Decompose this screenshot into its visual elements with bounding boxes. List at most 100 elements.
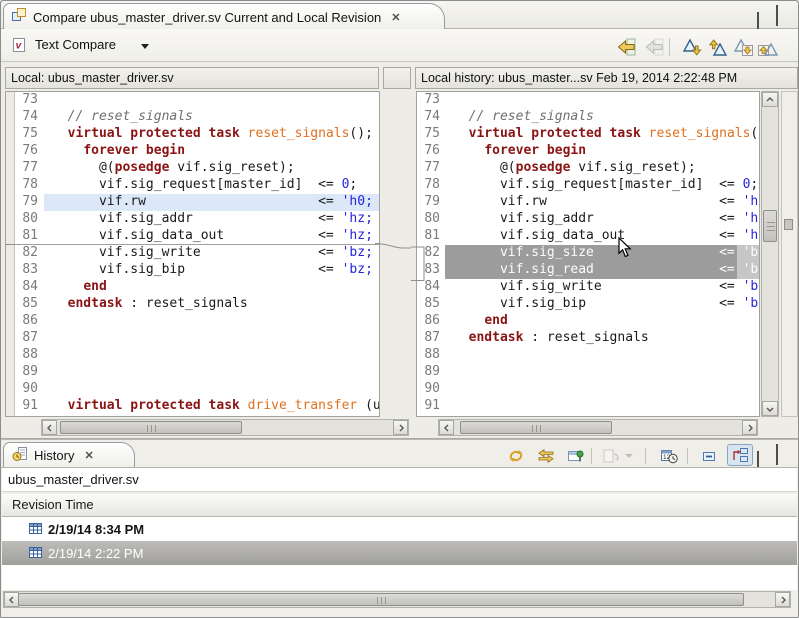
scroll-left-button[interactable] [4, 592, 19, 607]
next-difference-button[interactable] [681, 36, 703, 58]
link-with-editor-button[interactable] [536, 446, 556, 466]
line-number-column: 73747576777879808182838485868788899091 [417, 92, 445, 415]
code-line[interactable]: vif.sig_request[master_id] <= 0; [44, 177, 379, 194]
line-number: 77 [417, 160, 445, 177]
code-line[interactable]: vif.sig_bip <= 'bz; [445, 296, 759, 313]
tab-history[interactable]: History ✕ [3, 442, 135, 468]
code-line[interactable] [44, 330, 379, 347]
line-number: 85 [15, 296, 43, 313]
code-line[interactable]: vif.sig_data_out <= 'hz; [445, 228, 759, 245]
code-line[interactable] [44, 92, 379, 109]
code-line[interactable]: @(posedge vif.sig_reset); [445, 160, 759, 177]
compare-with-button[interactable] [601, 446, 621, 466]
code-line[interactable]: endtask : reset_signals [44, 296, 379, 313]
scrollbar-thumb[interactable] [460, 421, 612, 434]
pin-view-button[interactable] [566, 446, 586, 466]
code-line[interactable]: vif.sig_data_out <= 'hz; [44, 228, 379, 245]
close-icon[interactable]: ✕ [391, 11, 400, 24]
code-line[interactable]: vif.sig_size <= 'bz; [445, 245, 759, 262]
code-line[interactable]: vif.sig_request[master_id] <= 0; [445, 177, 759, 194]
close-icon[interactable]: ✕ [84, 449, 93, 462]
previous-difference-button[interactable] [707, 36, 729, 58]
diff-overview-marker[interactable] [784, 219, 793, 230]
line-number: 87 [417, 330, 445, 347]
scroll-down-button[interactable] [762, 401, 778, 416]
code-line[interactable]: virtual protected task reset_signals(); [44, 126, 379, 143]
code-line[interactable]: // reset_signals [445, 109, 759, 126]
line-number: 78 [15, 177, 43, 194]
line-number: 80 [417, 211, 445, 228]
toolbar-separator [669, 38, 670, 56]
code-line[interactable]: vif.sig_bip <= 'bz; [44, 262, 379, 279]
history-horizontal-scrollbar[interactable] [3, 591, 791, 608]
next-change-button[interactable] [732, 36, 754, 58]
chevron-down-icon[interactable] [141, 44, 149, 49]
code-line[interactable]: vif.sig_addr <= 'hz; [44, 211, 379, 228]
scrollbar-thumb[interactable] [18, 593, 744, 606]
date-time-format-button[interactable]: 12 [659, 446, 679, 466]
history-revision-row[interactable]: 2/19/14 2:22 PM [2, 541, 797, 565]
code-line[interactable]: vif.sig_addr <= 'hz; [445, 211, 759, 228]
maximize-view-button[interactable] [776, 447, 778, 465]
chevron-down-icon[interactable] [623, 446, 635, 466]
copy-all-right-to-left-button[interactable] [615, 36, 637, 58]
code-line[interactable]: endtask : reset_signals [445, 330, 759, 347]
code-line[interactable]: vif.sig_write <= 'bz; [445, 279, 759, 296]
code-line[interactable]: vif.rw <= 'h0; [44, 194, 379, 211]
code-line[interactable]: end [44, 279, 379, 296]
code-line[interactable] [44, 381, 379, 398]
revision-time-column-header[interactable]: Revision Time [2, 494, 797, 517]
code-line[interactable]: vif.sig_write <= 'bz; [44, 245, 379, 262]
horizontal-scrollbar-right[interactable] [438, 419, 758, 436]
code-line[interactable] [445, 398, 759, 415]
code-line[interactable] [44, 347, 379, 364]
code-line[interactable]: forever begin [445, 143, 759, 160]
history-revision-row[interactable]: 2/19/14 8:34 PM [2, 517, 797, 541]
code-line[interactable]: @(posedge vif.sig_reset); [44, 160, 379, 177]
scroll-left-button[interactable] [439, 420, 454, 435]
code-line[interactable] [445, 381, 759, 398]
group-revisions-toggle[interactable] [727, 444, 753, 466]
refresh-button[interactable] [506, 446, 526, 466]
code-line[interactable] [44, 313, 379, 330]
line-number: 79 [15, 194, 43, 211]
scroll-right-button[interactable] [775, 592, 790, 607]
line-number: 81 [417, 228, 445, 245]
line-number: 86 [15, 313, 43, 330]
code-line[interactable] [44, 364, 379, 381]
left-pane-header: Local: ubus_master_driver.sv [5, 67, 379, 89]
scrollbar-thumb[interactable] [763, 210, 777, 242]
diff-overview-ruler[interactable] [781, 91, 798, 417]
line-number: 74 [417, 109, 445, 126]
history-view-icon [12, 446, 28, 465]
line-number: 87 [15, 330, 43, 347]
copy-current-right-to-left-button[interactable] [643, 36, 665, 58]
scroll-up-button[interactable] [762, 92, 778, 107]
code-line[interactable]: vif.rw <= 'h0; [445, 194, 759, 211]
code-line[interactable]: forever begin [44, 143, 379, 160]
code-line[interactable] [445, 92, 759, 109]
scroll-right-button[interactable] [393, 420, 408, 435]
previous-change-button[interactable] [757, 36, 779, 58]
code-line[interactable]: vif.sig_read <= 'bz; [445, 262, 759, 279]
vertical-scrollbar[interactable] [761, 91, 779, 417]
maximize-editor-button[interactable] [776, 8, 778, 26]
tab-compare-editor[interactable]: Compare ubus_master_driver.sv Current an… [3, 3, 445, 30]
code-line[interactable]: virtual protected task drive_transfer (u… [44, 398, 379, 415]
history-rows: 2/19/14 8:34 PM 2/19/14 2:22 PM [2, 517, 797, 565]
history-panel: History ✕ 12 ubus_m [1, 439, 798, 617]
line-number: 79 [417, 194, 445, 211]
toolbar-separator [687, 448, 688, 464]
scroll-right-button[interactable] [742, 420, 757, 435]
diff-marker [6, 244, 15, 245]
scroll-left-button[interactable] [42, 420, 57, 435]
code-line[interactable]: virtual protected task reset_signals(); [445, 126, 759, 143]
toolbar-separator [591, 448, 592, 464]
code-line[interactable] [445, 364, 759, 381]
collapse-all-button[interactable] [699, 446, 719, 466]
code-line[interactable]: // reset_signals [44, 109, 379, 126]
code-line[interactable] [445, 347, 759, 364]
code-line[interactable]: end [445, 313, 759, 330]
scrollbar-thumb[interactable] [60, 421, 242, 434]
horizontal-scrollbar-left[interactable] [41, 419, 409, 436]
